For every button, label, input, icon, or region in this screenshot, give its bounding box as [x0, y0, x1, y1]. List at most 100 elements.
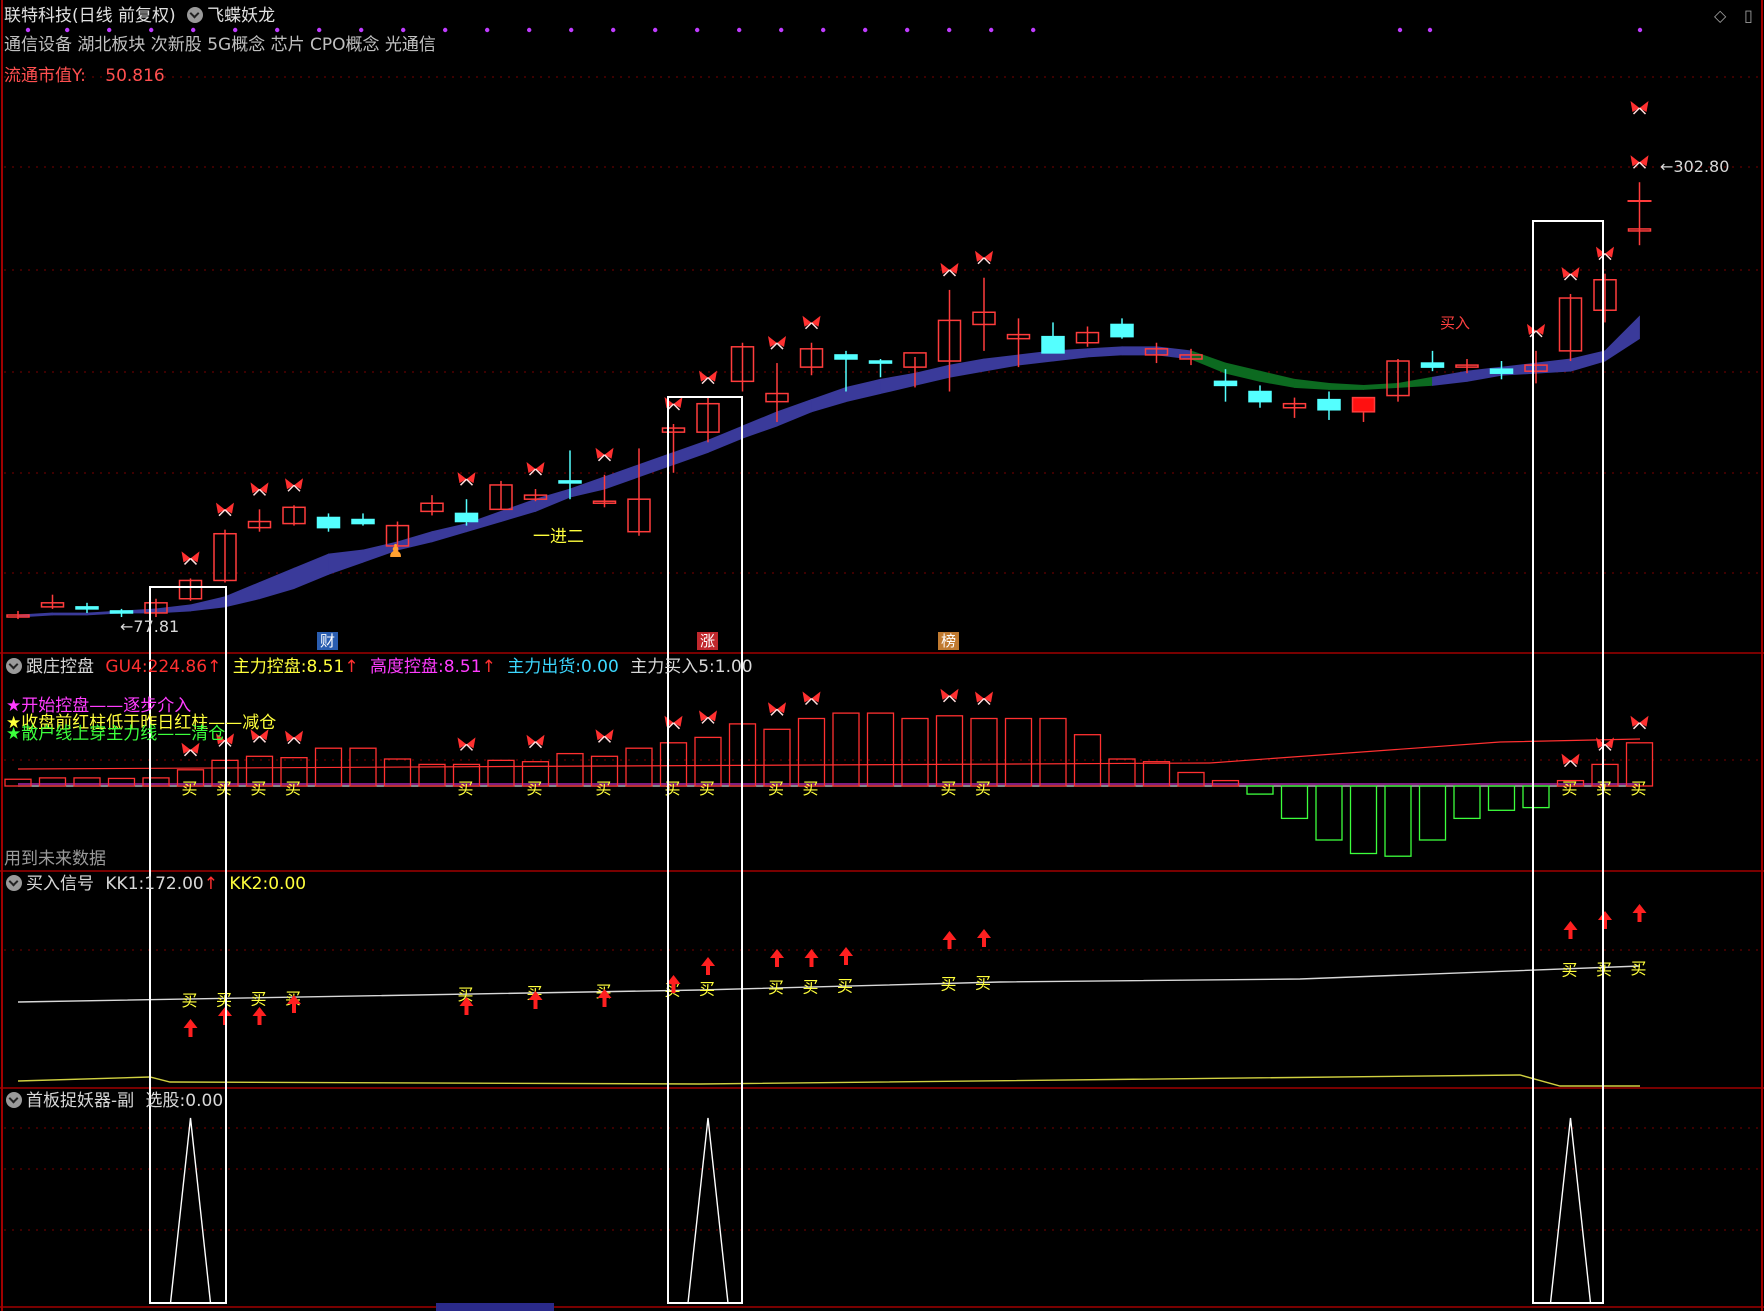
gu4-label: GU4:	[105, 657, 148, 677]
grid-dot	[65, 27, 70, 33]
buy-marker: 买	[216, 990, 232, 1009]
grid-dot	[695, 27, 700, 33]
band-segment	[776, 399, 812, 427]
turnover-bar	[1384, 785, 1412, 857]
butterfly-icon	[457, 472, 476, 486]
panel3-header: 买入信号 KK1:172.00↑ KK2:0.00	[6, 874, 306, 894]
band-segment	[1225, 362, 1261, 382]
grid-dot	[107, 27, 112, 33]
diamond-icon[interactable]: ◇	[1714, 6, 1726, 26]
turnover-bar	[1246, 785, 1274, 795]
band-segment	[1121, 346, 1157, 356]
band-segment	[914, 364, 950, 386]
band-segment	[845, 378, 881, 403]
buy-marker: 买	[527, 779, 543, 798]
butterfly-icon	[526, 734, 545, 749]
grid-dot	[275, 27, 280, 33]
expand-icon[interactable]: ▯	[1744, 6, 1753, 26]
panel3-settings-icon[interactable]	[6, 875, 22, 891]
chuhuo-value: 0.00	[580, 657, 619, 677]
zhuli-label: 主力控盘:	[232, 657, 307, 677]
buy-marker: 买	[837, 977, 853, 996]
grid-dot	[1031, 27, 1036, 33]
red-up-arrow-icon	[183, 1019, 198, 1037]
band-segment	[880, 372, 916, 395]
low-price-label: ←77.81	[120, 617, 180, 636]
future-data-note: 用到未来数据	[4, 849, 106, 869]
stock-title[interactable]: 联特科技(日线 前复权)	[4, 6, 176, 26]
buy-marker: 买	[251, 990, 267, 1009]
butterfly-icon	[940, 262, 959, 277]
red-up-arrow-icon	[770, 949, 784, 967]
butterfly-icon	[285, 730, 303, 745]
badge-bang[interactable]: 榜	[938, 632, 960, 650]
gaodu-up-icon: ↑	[481, 657, 496, 677]
indicator-settings-icon[interactable]	[187, 7, 204, 23]
grid-dot	[191, 27, 196, 33]
band-segment	[293, 553, 329, 590]
buy-marker: 买	[285, 779, 301, 798]
candle-body	[1489, 368, 1514, 374]
grid-dot	[25, 27, 31, 33]
red-up-arrow-icon	[701, 957, 715, 975]
turnover-bar	[901, 717, 929, 787]
panel4-title[interactable]: 首板捉妖器-副	[26, 1091, 134, 1111]
grid-dot	[569, 27, 574, 33]
butterfly-icon	[285, 478, 303, 492]
buy-marker: 买	[216, 779, 232, 798]
grid-dot	[149, 27, 154, 33]
buy-marker: 买	[699, 980, 715, 999]
butterfly-icon	[595, 729, 614, 743]
panel2-title[interactable]: 跟庄控盘	[26, 657, 94, 677]
candle-body	[1110, 323, 1134, 338]
butterfly-icon	[181, 742, 200, 757]
band-segment	[1397, 376, 1433, 388]
grid-dot	[1397, 27, 1403, 33]
badge-cai[interactable]: 财	[317, 632, 339, 650]
high-price-arrow-icon: ←	[1660, 157, 1674, 176]
zhuli-up-icon: ↑	[344, 657, 359, 677]
buy-marker: 买	[941, 974, 957, 993]
float-cap: 流通市值Y: 50.816	[4, 66, 165, 86]
turnover-bar	[1280, 785, 1309, 820]
indicator-name[interactable]: 飞蝶妖龙	[207, 6, 275, 26]
band-segment	[1294, 378, 1330, 390]
buy-marker: 买	[665, 779, 681, 798]
band-segment	[1363, 382, 1399, 390]
xuangu-value: 0.00	[185, 1091, 224, 1111]
band-segment	[811, 386, 847, 413]
buy-marker: 买	[1596, 779, 1612, 798]
stock-chart-canvas[interactable]: ♟ 买买买买买买买买买买买买买买买买 买买买买买买买买买买买买买买买买买	[0, 0, 1764, 1311]
butterfly-icon	[975, 250, 993, 265]
candle-body	[351, 518, 375, 525]
mairu-label: 主力买入5:	[630, 657, 715, 677]
turnover-bar	[1142, 761, 1171, 787]
annotation-buy: 买入	[1440, 314, 1471, 332]
signal-box	[149, 586, 227, 1304]
butterfly-icon	[1630, 155, 1649, 169]
band-segment	[1432, 370, 1468, 386]
float-cap-label: 流通市值Y:	[4, 66, 86, 86]
candle-body	[109, 610, 134, 614]
kk2-value: 0.00	[268, 874, 307, 894]
red-up-arrow-icon	[977, 929, 991, 947]
band-segment	[431, 523, 467, 543]
gu4-up-icon: ↑	[207, 657, 222, 677]
chuhuo-label: 主力出货:	[507, 657, 581, 677]
panel4-settings-icon[interactable]	[6, 1092, 22, 1108]
band-segment	[1087, 346, 1123, 358]
turnover-bar	[487, 759, 515, 787]
panel3-title[interactable]: 买入信号	[26, 874, 94, 894]
band-segment	[328, 549, 364, 575]
panel2-settings-icon[interactable]	[6, 658, 22, 674]
badge-zhang[interactable]: 涨	[697, 632, 719, 650]
turnover-bar	[1487, 785, 1516, 811]
signal-triangle	[1549, 1117, 1592, 1304]
buy-marker: 买	[768, 779, 784, 798]
turnover-bar	[1073, 734, 1102, 787]
buy-marker: 买	[768, 978, 784, 997]
grid-dot	[821, 27, 826, 33]
grid-dot	[401, 27, 406, 33]
gu4-value: 224.86	[147, 657, 208, 677]
turnover-bar	[418, 763, 446, 787]
